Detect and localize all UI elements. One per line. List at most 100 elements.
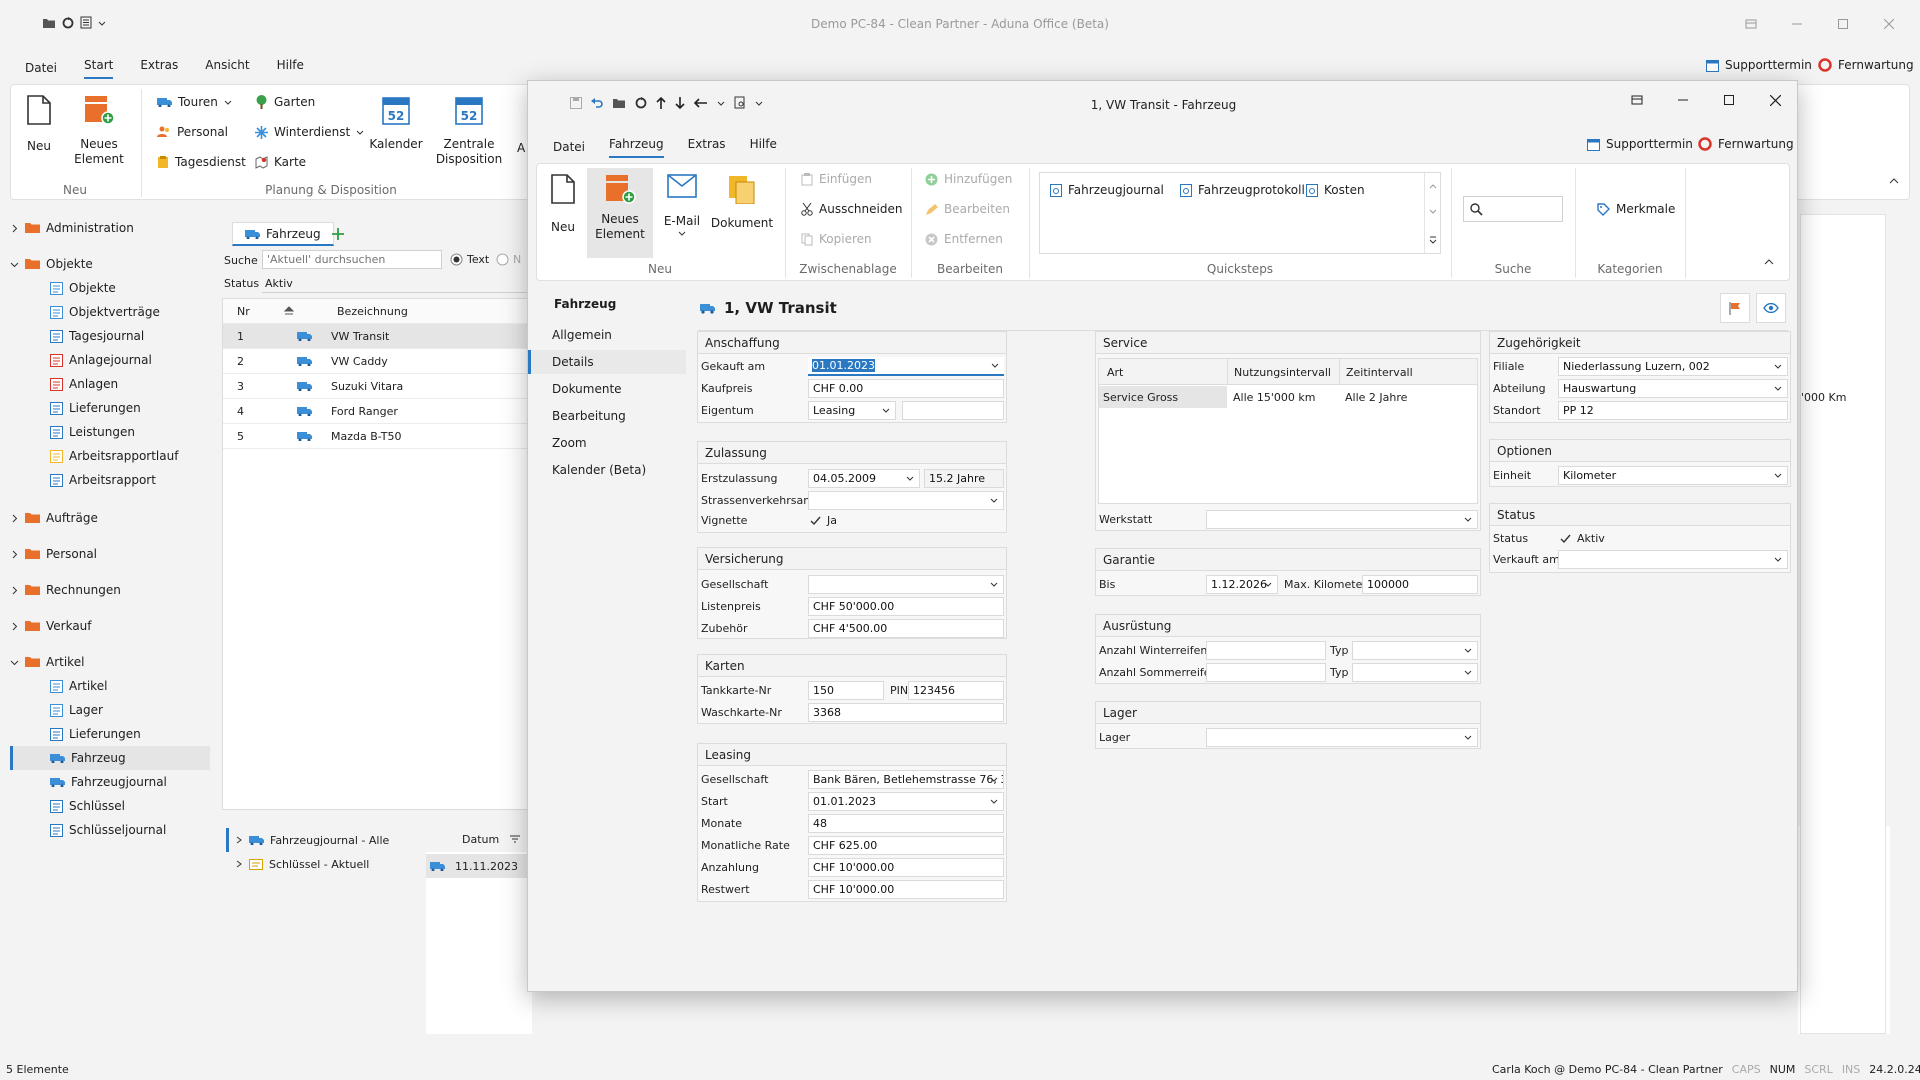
- minimize-button[interactable]: [1774, 9, 1820, 39]
- minimize-button[interactable]: [1660, 85, 1706, 115]
- column-bezeichnung[interactable]: Bezeichnung: [319, 305, 408, 318]
- menu-hilfe[interactable]: Hilfe: [750, 137, 777, 158]
- chevron-down-icon[interactable]: [905, 470, 915, 487]
- add-tab-button[interactable]: [324, 222, 352, 246]
- chevron-down-icon[interactable]: [989, 492, 999, 509]
- sidebar-item[interactable]: Schlüssel: [10, 794, 210, 818]
- abteilung-select[interactable]: Hauswartung: [1558, 378, 1788, 398]
- chevron-down-icon[interactable]: [1773, 551, 1783, 568]
- table-row[interactable]: 1 VW Transit: [223, 324, 531, 349]
- service-row[interactable]: Service Gross Alle 15'000 km Alle 2 Jahr…: [1099, 386, 1477, 408]
- nav-item-dokumente[interactable]: Dokumente: [528, 377, 686, 401]
- erstzulassung-input[interactable]: 04.05.2009: [808, 468, 920, 488]
- strassenverkehrsamt-select[interactable]: [808, 490, 1004, 510]
- journal-item-fahrzeugjournal[interactable]: Fahrzeugjournal - Alle: [226, 828, 426, 852]
- tab-fahrzeug[interactable]: Fahrzeug: [232, 222, 334, 246]
- menu-datei[interactable]: Datei: [553, 140, 585, 158]
- monatliche-rate-input[interactable]: CHF 625.00: [808, 835, 1004, 855]
- restore-layout-icon[interactable]: [1614, 85, 1660, 115]
- table-row[interactable]: 3 Suzuki Vitara: [223, 374, 531, 399]
- personal-button[interactable]: Personal: [157, 125, 228, 139]
- chevron-right-icon[interactable]: [10, 224, 19, 233]
- hinzufuegen-button[interactable]: Hinzufügen: [925, 172, 1012, 186]
- leasing-gesellschaft-select[interactable]: Bank Bären, Betlehemstrasse 76, 3018 Ber…: [808, 769, 1004, 789]
- sidebar-item[interactable]: Tagesjournal: [10, 324, 210, 348]
- neues-element-button[interactable]: Neues Element: [587, 168, 653, 258]
- remote-button[interactable]: Fernwartung: [1818, 58, 1914, 72]
- chevron-down-icon[interactable]: [1463, 729, 1473, 746]
- quickstep-fahrzeugprotokoll[interactable]: Fahrzeugprotokoll: [1180, 183, 1305, 197]
- chevron-down-icon[interactable]: [1463, 511, 1473, 528]
- truncated-button[interactable]: A: [517, 141, 525, 155]
- menu-ansicht[interactable]: Ansicht: [205, 58, 249, 79]
- einfuegen-button[interactable]: Einfügen: [801, 172, 872, 186]
- support-button[interactable]: Supporttermin: [1706, 58, 1812, 72]
- chevron-right-icon[interactable]: [10, 586, 19, 595]
- restwert-input[interactable]: CHF 10'000.00: [808, 879, 1004, 899]
- kopieren-button[interactable]: Kopieren: [801, 232, 872, 246]
- collapse-ribbon-icon[interactable]: [1889, 177, 1899, 185]
- sidebar-item[interactable]: Objektverträge: [10, 300, 210, 324]
- dokument-button[interactable]: Dokument: [709, 174, 775, 231]
- garantie-bis-input[interactable]: 1.12.2026: [1206, 574, 1278, 594]
- restore-layout-icon[interactable]: [1728, 9, 1774, 39]
- winterreifen-typ-select[interactable]: [1352, 640, 1478, 660]
- neu-button[interactable]: Neu: [541, 174, 585, 235]
- winterdienst-button[interactable]: Winterdienst: [255, 125, 364, 139]
- winterreifen-input[interactable]: [1206, 640, 1326, 660]
- garten-button[interactable]: Garten: [255, 95, 315, 109]
- merkmale-button[interactable]: Merkmale: [1597, 202, 1675, 216]
- nav-item-allgemein[interactable]: Allgemein: [528, 323, 686, 347]
- sidebar-item[interactable]: Leistungen: [10, 420, 210, 444]
- pin-input[interactable]: 123456: [908, 680, 1004, 700]
- waschkarte-input[interactable]: 3368: [808, 702, 1004, 722]
- sort-icon[interactable]: [269, 306, 319, 316]
- filiale-select[interactable]: Niederlassung Luzern, 002: [1558, 356, 1788, 376]
- sidebar-item[interactable]: Schlüsseljournal: [10, 818, 210, 842]
- bearbeiten-button[interactable]: Bearbeiten: [925, 202, 1010, 216]
- nav-item-kalender[interactable]: Kalender (Beta): [528, 458, 686, 482]
- karte-button[interactable]: Karte: [255, 155, 306, 169]
- sidebar-item[interactable]: Lager: [10, 698, 210, 722]
- sidebar-group-aufträge[interactable]: Aufträge: [10, 506, 98, 530]
- close-button[interactable]: [1752, 85, 1798, 115]
- verkauft-am-input[interactable]: [1558, 549, 1788, 569]
- menu-start[interactable]: Start: [84, 58, 114, 79]
- collapse-ribbon-icon[interactable]: [1764, 258, 1774, 266]
- sidebar-group-personal[interactable]: Personal: [10, 542, 97, 566]
- flag-button[interactable]: [1720, 293, 1750, 323]
- journal-row[interactable]: 11.11.2023: [426, 854, 532, 878]
- anzahlung-input[interactable]: CHF 10'000.00: [808, 857, 1004, 877]
- versicherung-gesellschaft-select[interactable]: [808, 574, 1004, 594]
- menu-extras[interactable]: Extras: [140, 58, 178, 79]
- column-datum[interactable]: Datum: [426, 826, 532, 852]
- email-button[interactable]: E-Mail: [657, 174, 707, 237]
- close-button[interactable]: [1866, 9, 1912, 39]
- chevron-down-icon[interactable]: [1773, 467, 1783, 484]
- zentrale-disposition-button[interactable]: 52 Zentrale Disposition: [429, 95, 509, 167]
- maximize-button[interactable]: [1706, 85, 1752, 115]
- chevron-down-icon[interactable]: [1263, 576, 1273, 593]
- zubehoer-input[interactable]: CHF 4'500.00: [808, 618, 1004, 638]
- menu-datei[interactable]: Datei: [25, 61, 57, 79]
- monate-input[interactable]: 48: [808, 813, 1004, 833]
- quicksteps-scroll[interactable]: [1424, 173, 1441, 254]
- touren-button[interactable]: Touren: [157, 95, 232, 109]
- nav-item-details[interactable]: Details: [528, 350, 686, 374]
- sidebar-group-administration[interactable]: Administration: [10, 216, 134, 240]
- sommerreifen-typ-select[interactable]: [1352, 662, 1478, 682]
- kaufpreis-input[interactable]: CHF 0.00: [808, 378, 1004, 398]
- sidebar-item[interactable]: Fahrzeugjournal: [10, 770, 210, 794]
- eigentum-select[interactable]: Leasing: [808, 400, 896, 420]
- neues-element-button[interactable]: Neues Element: [67, 95, 131, 167]
- sidebar-item[interactable]: Anlagejournal: [10, 348, 210, 372]
- chevron-down-icon[interactable]: [1463, 664, 1473, 681]
- chevron-down-icon[interactable]: [881, 402, 891, 419]
- column-art[interactable]: Art: [1107, 366, 1123, 379]
- sommerreifen-input[interactable]: [1206, 662, 1326, 682]
- sidebar-item[interactable]: Artikel: [10, 674, 210, 698]
- chevron-down-icon[interactable]: [989, 793, 999, 810]
- chevron-down-icon[interactable]: [989, 771, 999, 788]
- text-radio[interactable]: Text: [450, 253, 489, 266]
- column-zeitintervall[interactable]: Zeitintervall: [1339, 359, 1413, 385]
